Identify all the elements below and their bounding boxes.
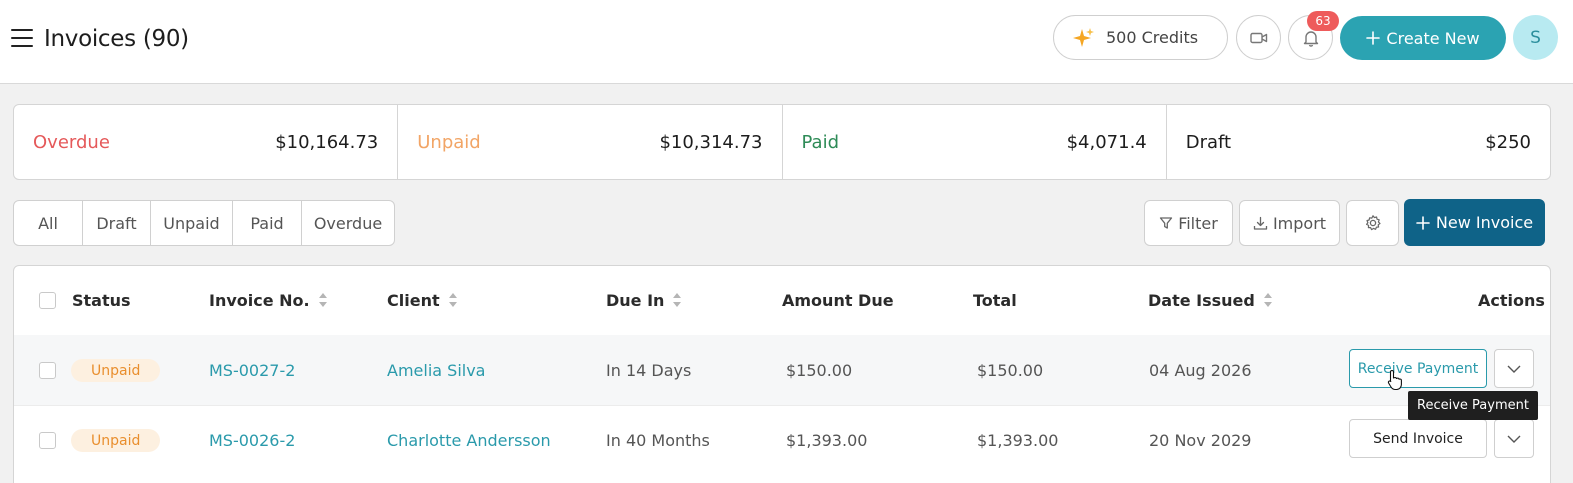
settings-button[interactable] (1346, 200, 1399, 246)
sort-icon[interactable] (672, 292, 682, 308)
column-label: Date Issued (1148, 290, 1255, 310)
tab-draft[interactable]: Draft (83, 201, 151, 245)
invoice-summary: Overdue $10,164.73 Unpaid $10,314.73 Pai… (13, 104, 1551, 180)
sort-icon[interactable] (318, 292, 328, 308)
user-avatar[interactable]: S (1513, 15, 1558, 60)
column-label: Actions (1478, 290, 1545, 310)
summary-label: Draft (1185, 131, 1232, 153)
chevron-down-icon (1507, 435, 1521, 443)
status-badge: Unpaid (71, 358, 161, 382)
video-button[interactable] (1236, 15, 1281, 60)
credits-label: 500 Credits (1106, 28, 1199, 47)
download-icon (1253, 216, 1268, 230)
amount-due: $150.00 (786, 360, 853, 380)
summary-amount: $10,314.73 (659, 131, 763, 153)
column-label: Amount Due (782, 290, 894, 310)
summary-label: Paid (801, 131, 840, 153)
page-title: Invoices (90) (44, 26, 189, 52)
hand-cursor-icon (1387, 369, 1402, 391)
tab-overdue[interactable]: Overdue (302, 201, 394, 245)
summary-unpaid[interactable]: Unpaid $10,314.73 (398, 105, 783, 179)
summary-label: Overdue (33, 131, 110, 153)
invoice-number-link[interactable]: MS-0026-2 (209, 406, 295, 475)
row-checkbox[interactable] (39, 361, 56, 379)
row-actions-dropdown[interactable] (1494, 419, 1534, 458)
table-row[interactable]: Unpaid MS-0027-2 Amelia Silva In 14 Days… (14, 335, 1550, 405)
plus-icon (1416, 215, 1430, 230)
column-status: Status (72, 266, 131, 334)
tab-unpaid[interactable]: Unpaid (151, 201, 233, 245)
import-label: Import (1272, 213, 1327, 233)
status-tabs: All Draft Unpaid Paid Overdue (13, 200, 395, 246)
gear-icon (1365, 215, 1381, 231)
invoice-number-link[interactable]: MS-0027-2 (209, 335, 295, 405)
client-link[interactable]: Charlotte Andersson (387, 406, 551, 475)
column-label: Client (387, 290, 440, 310)
bell-icon (1303, 30, 1318, 47)
status-badge: Unpaid (71, 429, 161, 452)
column-date-issued[interactable]: Date Issued (1148, 266, 1273, 334)
column-amount-due: Amount Due (782, 266, 894, 334)
table-header-row: Status Invoice No. Client Due In Amount … (14, 266, 1550, 334)
top-header: Invoices (90) 500 Credits 63 Create New … (0, 0, 1573, 84)
total: $1,393.00 (977, 431, 1059, 450)
chevron-down-icon (1507, 365, 1521, 373)
plus-icon (1366, 31, 1381, 45)
total: $150.00 (977, 360, 1044, 380)
column-label: Due In (606, 290, 665, 310)
column-actions: Actions (1478, 266, 1545, 334)
sparkle-icon (1073, 27, 1094, 47)
video-camera-icon (1249, 32, 1267, 43)
column-label: Status (72, 290, 131, 310)
column-invoice-no[interactable]: Invoice No. (209, 266, 328, 334)
tooltip: Receive Payment (1408, 391, 1538, 420)
credits-button[interactable]: 500 Credits (1053, 15, 1228, 60)
invoices-table: Status Invoice No. Client Due In Amount … (13, 265, 1551, 483)
column-due-in[interactable]: Due In (606, 266, 682, 334)
due-in: In 14 Days (606, 360, 692, 380)
new-invoice-button[interactable]: New Invoice (1404, 199, 1545, 246)
amount-due: $1,393.00 (786, 431, 868, 450)
receive-payment-button[interactable]: Receive Payment (1349, 349, 1487, 388)
funnel-icon (1160, 217, 1173, 229)
row-checkbox[interactable] (39, 432, 56, 449)
send-invoice-button[interactable]: Send Invoice (1349, 419, 1487, 458)
column-total: Total (973, 266, 1017, 334)
sort-icon[interactable] (448, 292, 458, 308)
hamburger-menu-icon[interactable] (11, 29, 33, 49)
import-button[interactable]: Import (1239, 200, 1340, 246)
filter-button[interactable]: Filter (1144, 200, 1233, 246)
summary-draft[interactable]: Draft $250 (1167, 105, 1550, 179)
column-label: Total (973, 290, 1017, 310)
tab-paid[interactable]: Paid (233, 201, 302, 245)
summary-overdue[interactable]: Overdue $10,164.73 (14, 105, 399, 179)
sort-icon[interactable] (1263, 292, 1273, 308)
row-actions-dropdown[interactable] (1494, 349, 1534, 388)
create-new-label: Create New (1386, 28, 1480, 48)
summary-amount: $250 (1485, 131, 1531, 153)
summary-amount: $10,164.73 (275, 131, 379, 153)
new-invoice-label: New Invoice (1435, 213, 1534, 232)
create-new-button[interactable]: Create New (1340, 16, 1506, 60)
column-label: Invoice No. (209, 290, 310, 310)
date-issued: 04 Aug 2026 (1149, 360, 1252, 380)
select-all-checkbox[interactable] (39, 291, 56, 309)
tab-all[interactable]: All (14, 201, 83, 245)
table-row[interactable]: Unpaid MS-0026-2 Charlotte Andersson In … (14, 405, 1550, 475)
summary-label: Unpaid (417, 131, 481, 153)
column-client[interactable]: Client (387, 266, 458, 334)
summary-amount: $4,071.4 (1066, 131, 1147, 153)
notification-count-badge: 63 (1307, 11, 1339, 31)
due-in: In 40 Months (606, 431, 710, 450)
summary-paid[interactable]: Paid $4,071.4 (783, 105, 1167, 179)
client-link[interactable]: Amelia Silva (387, 335, 485, 405)
filter-label: Filter (1178, 213, 1218, 233)
date-issued: 20 Nov 2029 (1149, 431, 1252, 450)
